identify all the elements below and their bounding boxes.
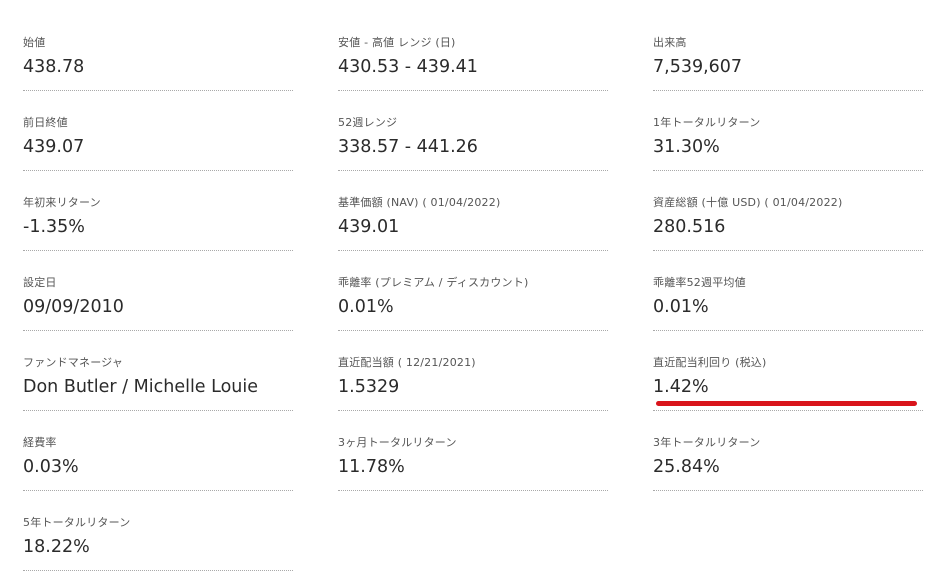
stat-value: 430.53 - 439.41 <box>338 57 478 77</box>
stat-label: 乖離率 (プレミアム / ディスカウント) <box>338 276 529 289</box>
stat-label: 前日終値 <box>23 116 68 129</box>
stat-52-week-range: 52週レンジ 338.57 - 441.26 <box>338 107 608 187</box>
stat-value: 09/09/2010 <box>23 297 124 317</box>
divider <box>23 90 293 91</box>
stat-total-assets: 資産総額 (十億 USD) ( 01/04/2022) 280.516 <box>653 187 923 267</box>
stat-label: 安値 - 高値 レンジ (日) <box>338 36 456 49</box>
stat-label: 設定日 <box>23 276 57 289</box>
divider <box>23 170 293 171</box>
fund-stats-grid: 始値 438.78 安値 - 高値 レンジ (日) 430.53 - 439.4… <box>23 27 928 585</box>
divider <box>338 250 608 251</box>
divider <box>338 490 608 491</box>
stat-fund-manager: ファンドマネージャ Don Butler / Michelle Louie <box>23 347 293 427</box>
stat-ytd-return: 年初来リターン -1.35% <box>23 187 293 267</box>
stat-open-price: 始値 438.78 <box>23 27 293 107</box>
divider <box>23 570 293 571</box>
divider <box>653 490 923 491</box>
stat-volume: 出来高 7,539,607 <box>653 27 923 107</box>
stat-premium-discount: 乖離率 (プレミアム / ディスカウント) 0.01% <box>338 267 608 347</box>
divider <box>653 250 923 251</box>
stat-3y-total-return: 3年トータルリターン 25.84% <box>653 427 923 507</box>
stat-premium-discount-52w-avg: 乖離率52週平均値 0.01% <box>653 267 923 347</box>
stat-last-dividend: 直近配当額 ( 12/21/2021) 1.5329 <box>338 347 608 427</box>
stat-value: 438.78 <box>23 57 85 77</box>
stat-day-range: 安値 - 高値 レンジ (日) 430.53 - 439.41 <box>338 27 608 107</box>
stat-inception-date: 設定日 09/09/2010 <box>23 267 293 347</box>
stat-value: -1.35% <box>23 217 85 237</box>
divider <box>23 490 293 491</box>
stat-value: 11.78% <box>338 457 405 477</box>
stat-value: 0.01% <box>653 297 709 317</box>
divider <box>23 410 293 411</box>
divider <box>653 90 923 91</box>
stat-label: 1年トータルリターン <box>653 116 761 129</box>
stat-label: 年初来リターン <box>23 196 101 209</box>
stat-label: 3年トータルリターン <box>653 436 761 449</box>
stat-nav: 基準価額 (NAV) ( 01/04/2022) 439.01 <box>338 187 608 267</box>
stat-value: 25.84% <box>653 457 720 477</box>
divider <box>338 410 608 411</box>
stat-label: 5年トータルリターン <box>23 516 131 529</box>
stat-value: 1.5329 <box>338 377 400 397</box>
stat-value: 1.42% <box>653 377 709 397</box>
divider <box>23 330 293 331</box>
stat-label: 出来高 <box>653 36 687 49</box>
stat-value: Don Butler / Michelle Louie <box>23 377 259 397</box>
stat-value: 0.03% <box>23 457 79 477</box>
stat-label: 直近配当額 ( 12/21/2021) <box>338 356 476 369</box>
stat-value: 439.07 <box>23 137 85 157</box>
stat-label: 52週レンジ <box>338 116 398 129</box>
stat-label: 直近配当利回り (税込) <box>653 356 767 369</box>
divider <box>338 90 608 91</box>
divider <box>653 330 923 331</box>
stat-label: ファンドマネージャ <box>23 356 124 369</box>
stat-prev-close: 前日終値 439.07 <box>23 107 293 187</box>
stat-value: 0.01% <box>338 297 394 317</box>
divider <box>338 170 608 171</box>
stat-value: 7,539,607 <box>653 57 743 77</box>
stat-label: 乖離率52週平均値 <box>653 276 746 289</box>
stat-label: 始値 <box>23 36 46 49</box>
divider <box>653 170 923 171</box>
stat-1y-total-return: 1年トータルリターン 31.30% <box>653 107 923 187</box>
stat-value: 280.516 <box>653 217 726 237</box>
stat-value: 18.22% <box>23 537 90 557</box>
divider <box>338 330 608 331</box>
stat-dividend-yield: 直近配当利回り (税込) 1.42% <box>653 347 923 427</box>
stat-label: 資産総額 (十億 USD) ( 01/04/2022) <box>653 196 843 209</box>
stat-label: 基準価額 (NAV) ( 01/04/2022) <box>338 196 501 209</box>
stat-value: 338.57 - 441.26 <box>338 137 478 157</box>
stat-label: 経費率 <box>23 436 57 449</box>
stat-5y-total-return: 5年トータルリターン 18.22% <box>23 507 293 585</box>
stat-3m-total-return: 3ヶ月トータルリターン 11.78% <box>338 427 608 507</box>
highlight-underline <box>656 401 917 406</box>
stat-value: 439.01 <box>338 217 400 237</box>
stat-label: 3ヶ月トータルリターン <box>338 436 457 449</box>
stat-value: 31.30% <box>653 137 720 157</box>
divider <box>653 410 923 411</box>
divider <box>23 250 293 251</box>
stat-expense-ratio: 経費率 0.03% <box>23 427 293 507</box>
